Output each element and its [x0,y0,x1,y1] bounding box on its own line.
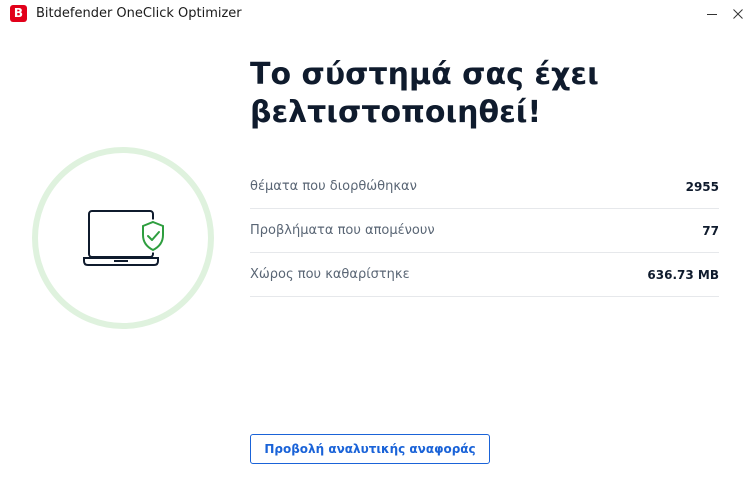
stat-value: 2955 [685,180,719,194]
close-icon [733,9,743,19]
stat-label: θέματα που διορθώθηκαν [250,179,417,194]
window-title: Bitdefender OneClick Optimizer [36,6,242,21]
page-title: Το σύστημά σας έχει βελτιστοποιηθεί! [250,56,710,132]
stat-row-issues-remaining: Προβλήματα που απομένουν 77 [250,209,719,253]
stat-label: Χώρος που καθαρίστηκε [250,267,410,282]
stat-row-issues-fixed: θέματα που διορθώθηκαν 2955 [250,165,719,209]
app-window: B Bitdefender OneClick Optimizer Το σύστ… [0,0,749,488]
minimize-icon [707,14,717,15]
stat-label: Προβλήματα που απομένουν [250,223,435,238]
laptop-shield-check-icon [83,210,166,266]
stat-value: 636.73 MB [647,268,719,282]
results-list: θέματα που διορθώθηκαν 2955 Προβλήματα π… [250,165,719,297]
title-bar[interactable]: B Bitdefender OneClick Optimizer [0,0,749,28]
close-button[interactable] [723,0,749,28]
stat-value: 77 [702,224,719,238]
bitdefender-logo-icon: B [10,5,27,22]
page-title-line-1: Το σύστημά σας έχει [250,57,599,92]
stat-row-space-cleaned: Χώρος που καθαρίστηκε 636.73 MB [250,253,719,297]
page-title-line-2: βελτιστοποιηθεί! [250,95,542,130]
view-detailed-report-button[interactable]: Προβολή αναλυτικής αναφοράς [250,434,490,464]
